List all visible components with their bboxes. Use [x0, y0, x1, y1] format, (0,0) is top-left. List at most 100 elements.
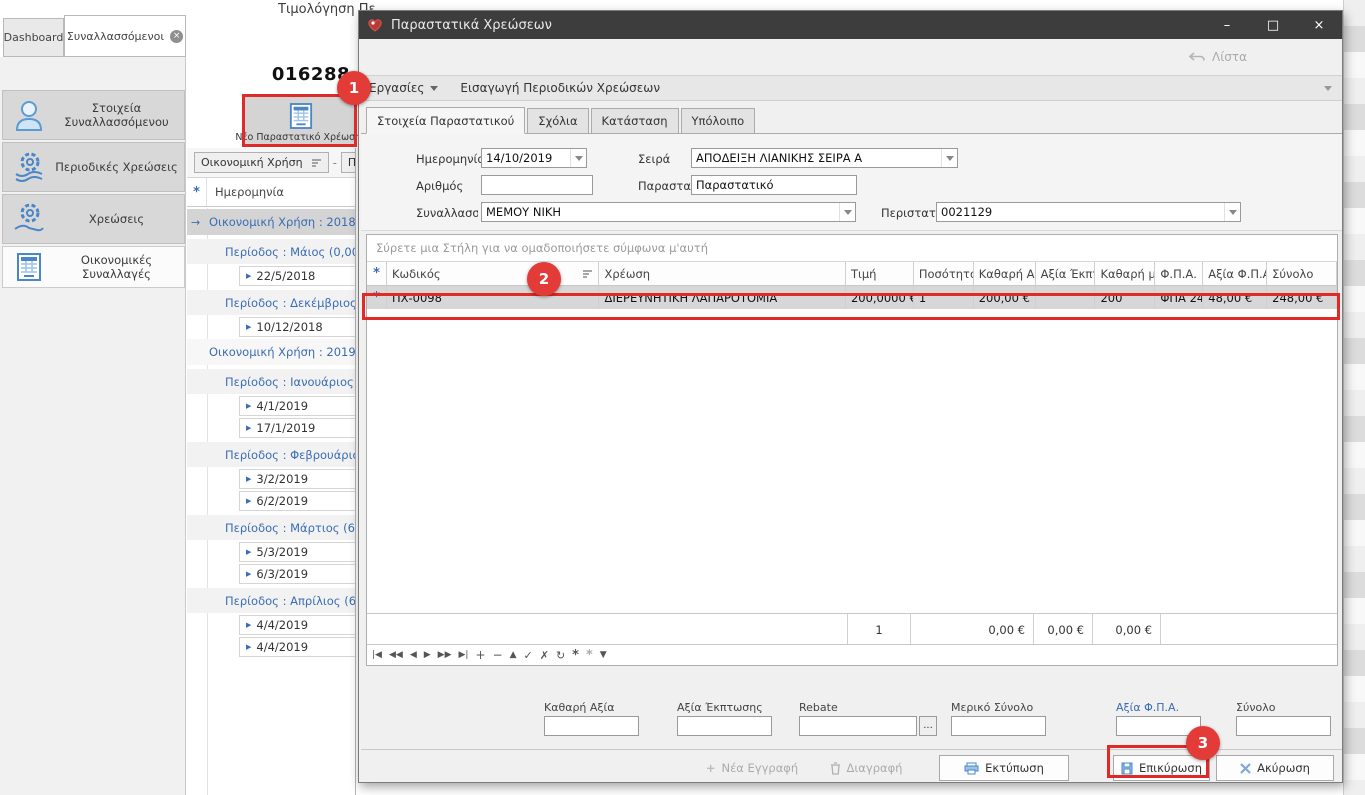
grid-col-price[interactable]: Τιμή — [846, 262, 914, 286]
group-chip-fiscal-year[interactable]: Οικονομική Χρήση — [194, 152, 329, 173]
nav-asterisk-dim-icon[interactable]: * — [586, 648, 593, 663]
tree-row-date[interactable]: ▶6/3/2019 — [187, 563, 355, 584]
tab-comments[interactable]: Σχόλια — [527, 108, 588, 134]
nav-filter-icon[interactable]: ▼ — [600, 650, 607, 660]
incident-dropdown-icon[interactable] — [1224, 203, 1240, 221]
series-field[interactable]: ΑΠΟΔΕΙΞΗ ΛΙΑΝΙΚΗΣ ΣΕΙΡΑ Α — [691, 148, 958, 168]
tree-row-period[interactable]: Περίοδος : Δεκέμβριος (0,00 — [187, 290, 355, 315]
tab-status[interactable]: Κατάσταση — [591, 108, 679, 134]
tree-row-date[interactable]: ▶3/2/2019 — [187, 468, 355, 489]
cell-code[interactable]: ΠΧ-0098 — [387, 286, 600, 309]
tree-row-date[interactable]: ▶10/12/2018 — [187, 316, 355, 337]
tab-balance[interactable]: Υπόλοιπο — [681, 108, 756, 134]
nav-next-page-icon[interactable]: ▶▶ — [438, 650, 452, 660]
number-field[interactable] — [481, 175, 593, 195]
grid-col-discount-value[interactable]: Αξία Έκπτ — [1036, 262, 1096, 286]
nav-first-icon[interactable]: |◀ — [372, 650, 382, 660]
cell-discount-value[interactable] — [1036, 286, 1096, 309]
grid-col-vat-value[interactable]: Αξία Φ.Π.Α — [1203, 262, 1267, 286]
tree-row-period[interactable]: Περίοδος : Φεβρουάριος (62 — [187, 442, 355, 467]
nav-refresh-icon[interactable]: ↻ — [556, 649, 565, 662]
document-field[interactable]: Παραστατικό — [691, 175, 857, 195]
tree-row-period[interactable]: Περίοδος : Μάρτιος (62,00 , — [187, 515, 355, 540]
tree-row-label: Περίοδος : Μάιος (0,00 , 372 — [225, 245, 356, 259]
tree-row-year-2019[interactable]: Οικονομική Χρήση : 2019 (288, — [187, 339, 355, 365]
dialog-titlebar[interactable]: Παραστατικά Χρεώσεων – □ × — [359, 11, 1342, 39]
tree-row-date[interactable]: ▶6/2/2019 — [187, 490, 355, 511]
cancel-button[interactable]: Ακύρωση — [1216, 755, 1334, 781]
nav-prev-icon[interactable]: ◀ — [410, 650, 417, 660]
tree-row-period[interactable]: Περίοδος : Μάιος (0,00 , 372 — [187, 239, 355, 264]
tree-row-date[interactable]: ▶17/1/2019 — [187, 417, 355, 438]
import-periodic-charges-action[interactable]: Εισαγωγή Περιοδικών Χρεώσεων — [460, 81, 660, 95]
maximize-button[interactable]: □ — [1250, 11, 1296, 39]
nav-asterisk-icon[interactable]: * — [572, 648, 579, 663]
new-record-button[interactable]: + Νέα Εγγραφή — [697, 755, 807, 781]
cell-charge[interactable]: ΔΙΕΡΕΥΝΗΤΙΚΗ ΛΑΠΑΡΟΤΟΜΙΑ — [599, 286, 845, 309]
ergasies-menu[interactable]: Εργασίες — [369, 81, 424, 95]
rebate-ellipsis-button[interactable]: ... — [919, 716, 937, 736]
grid-col-quantity[interactable]: Ποσότητα — [914, 262, 974, 286]
cell-vat[interactable]: ΦΠΑ 24% — [1155, 286, 1203, 309]
delete-button[interactable]: Διαγραφή — [821, 755, 911, 781]
group-chip-period[interactable]: Περί — [341, 152, 356, 173]
nav-cancel-icon[interactable]: ✗ — [540, 649, 549, 662]
toolbar-dropdown-icon[interactable] — [1324, 86, 1332, 91]
tree-row-date[interactable]: ▶5/3/2019 — [187, 541, 355, 562]
date-dropdown-icon[interactable] — [570, 149, 586, 167]
sidebar-item-periodic-charges[interactable]: Περιοδικές Χρεώσεις — [2, 142, 185, 192]
sidebar-item-customer-details[interactable]: Στοιχεία Συναλλασσόμενου — [2, 90, 185, 140]
tab-close-icon[interactable]: × — [170, 30, 183, 43]
series-dropdown-icon[interactable] — [941, 149, 957, 167]
rebate-field[interactable] — [799, 716, 917, 736]
total-field[interactable] — [1236, 716, 1331, 736]
nav-remove-icon[interactable]: − — [493, 648, 503, 662]
grid-col-charge[interactable]: Χρέωση — [599, 262, 845, 286]
tree-row-date[interactable]: ▶4/4/2019 — [187, 614, 355, 635]
trader-dropdown-icon[interactable] — [839, 203, 855, 221]
grid-col-code[interactable]: Κωδικός — [387, 262, 600, 286]
new-charge-document-button[interactable]: Νέο Παραστατικό Χρέωσης — [245, 97, 357, 147]
tab-dashboard[interactable]: Dashboard — [3, 18, 64, 57]
trader-field[interactable]: ΜΕΜΟΥ ΝΙΚΗ — [481, 202, 856, 222]
subtotal-field[interactable] — [951, 716, 1046, 736]
print-button[interactable]: Εκτύπωση — [939, 755, 1069, 781]
nav-edit-icon[interactable]: ▲ — [510, 650, 517, 660]
tree-row-period[interactable]: Περίοδος : Απρίλιος (62,00 , — [187, 588, 355, 613]
nav-confirm-icon[interactable]: ✓ — [524, 649, 533, 662]
tab-document-details[interactable]: Στοιχεία Παραστατικού — [366, 107, 525, 134]
cell-vat-value[interactable]: 48,00 € — [1203, 286, 1267, 309]
sidebar-item-financial-transactions[interactable]: Οικονομικές Συναλλαγές — [2, 246, 185, 288]
nav-last-icon[interactable]: ▶| — [459, 650, 469, 660]
grid-col-total[interactable]: Σύνολο — [1267, 262, 1337, 286]
cell-net-value[interactable]: 200,00 € — [974, 286, 1036, 309]
sidebar-item-charges[interactable]: Χρεώσεις — [2, 194, 185, 244]
date-field[interactable]: 14/10/2019 — [481, 148, 587, 168]
tab-synallassomenoi[interactable]: Συναλλασσόμενοι × — [64, 15, 186, 57]
nav-next-icon[interactable]: ▶ — [424, 650, 431, 660]
tree-row-year-2018[interactable]: → Οικονομική Χρήση : 2018 (0,00 — [187, 209, 355, 235]
minimize-button[interactable]: – — [1204, 11, 1250, 39]
validate-button[interactable]: Επικύρωση — [1113, 755, 1210, 781]
close-button[interactable]: × — [1296, 11, 1342, 39]
nav-add-icon[interactable]: + — [475, 648, 485, 662]
cell-price[interactable]: 200,0000 € — [846, 286, 914, 309]
tree-row-date[interactable]: ▶4/4/2019 — [187, 636, 355, 657]
net-value-field[interactable] — [544, 716, 639, 736]
cell-total[interactable]: 248,00 € — [1267, 286, 1337, 309]
cell-quantity[interactable]: 1 — [914, 286, 974, 309]
grid-col-net-value[interactable]: Καθαρή Αξ — [974, 262, 1036, 286]
tree-column-header[interactable]: * Ημερομηνία — [187, 178, 355, 207]
incident-field[interactable]: 0021129 — [936, 202, 1241, 222]
grid-col-net-after[interactable]: Καθαρή με — [1095, 262, 1155, 286]
discount-value-field[interactable] — [677, 716, 772, 736]
list-button[interactable]: Λίστα — [1212, 50, 1247, 64]
tree-row-date[interactable]: ▶22/5/2018 — [187, 265, 355, 286]
grid-col-vat[interactable]: Φ.Π.Α. — [1155, 262, 1203, 286]
app-heart-icon — [367, 18, 383, 32]
cell-net-after[interactable]: 200 — [1095, 286, 1155, 309]
grid-data-row[interactable]: * ΠΧ-0098 ΔΙΕΡΕΥΝΗΤΙΚΗ ΛΑΠΑΡΟΤΟΜΙΑ 200,0… — [367, 286, 1337, 309]
tree-row-period[interactable]: Περίοδος : Ιανουάριος (102, — [187, 369, 355, 394]
nav-prev-page-icon[interactable]: ◀◀ — [389, 650, 403, 660]
tree-row-date[interactable]: ▶4/1/2019 — [187, 395, 355, 416]
